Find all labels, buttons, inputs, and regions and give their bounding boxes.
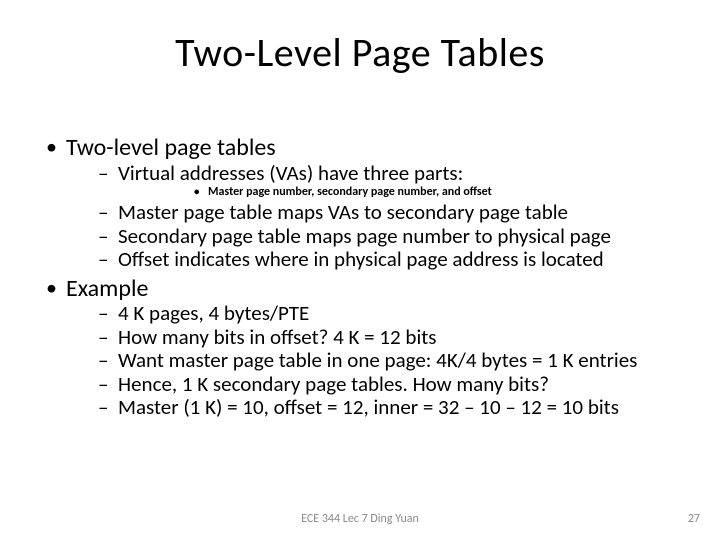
- bullet-lvl2: Hence, 1 K secondary page tables. How ma…: [66, 373, 680, 397]
- bullet-text: Two-level page tables: [66, 133, 276, 162]
- bullet-list-lvl1: Two-level page tables Virtual addresses …: [40, 135, 680, 420]
- bullet-lvl2: Secondary page table maps page number to…: [66, 225, 680, 249]
- slide-body: Two-level page tables Virtual addresses …: [40, 135, 680, 424]
- bullet-text: Want master page table in one page: 4K/4…: [118, 347, 637, 373]
- bullet-lvl1: Two-level page tables Virtual addresses …: [40, 135, 680, 272]
- bullet-text: Secondary page table maps page number to…: [118, 223, 611, 249]
- bullet-text: Master (1 K) = 10, offset = 12, inner = …: [118, 394, 619, 420]
- bullet-text: Example: [66, 274, 148, 303]
- slide-title: Two-Level Page Tables: [0, 28, 720, 77]
- bullet-list-lvl2: Virtual addresses (VAs) have three parts…: [66, 162, 680, 272]
- bullet-lvl2: Master page table maps VAs to secondary …: [66, 201, 680, 225]
- bullet-text: How many bits in offset? 4 K = 12 bits: [118, 324, 437, 350]
- bullet-lvl1: Example 4 K pages, 4 bytes/PTE How many …: [40, 276, 680, 420]
- bullet-lvl2: Master (1 K) = 10, offset = 12, inner = …: [66, 396, 680, 420]
- slide: Two-Level Page Tables Two-level page tab…: [0, 0, 720, 540]
- footer-center: ECE 344 Lec 7 Ding Yuan: [0, 512, 720, 526]
- bullet-list-lvl2: 4 K pages, 4 bytes/PTE How many bits in …: [66, 302, 680, 420]
- bullet-lvl2: Virtual addresses (VAs) have three parts…: [66, 162, 680, 201]
- bullet-text: Master page number, secondary page numbe…: [208, 185, 492, 199]
- bullet-lvl2: Want master page table in one page: 4K/4…: [66, 349, 680, 373]
- bullet-text: Offset indicates where in physical page …: [118, 246, 604, 272]
- bullet-text: Virtual addresses (VAs) have three parts…: [118, 160, 463, 186]
- bullet-lvl2: 4 K pages, 4 bytes/PTE: [66, 302, 680, 326]
- bullet-text: Master page table maps VAs to secondary …: [118, 199, 568, 225]
- bullet-lvl2: Offset indicates where in physical page …: [66, 248, 680, 272]
- bullet-text: 4 K pages, 4 bytes/PTE: [118, 300, 309, 326]
- page-number: 27: [688, 512, 700, 526]
- bullet-text: Hence, 1 K secondary page tables. How ma…: [118, 371, 549, 397]
- bullet-lvl2: How many bits in offset? 4 K = 12 bits: [66, 326, 680, 350]
